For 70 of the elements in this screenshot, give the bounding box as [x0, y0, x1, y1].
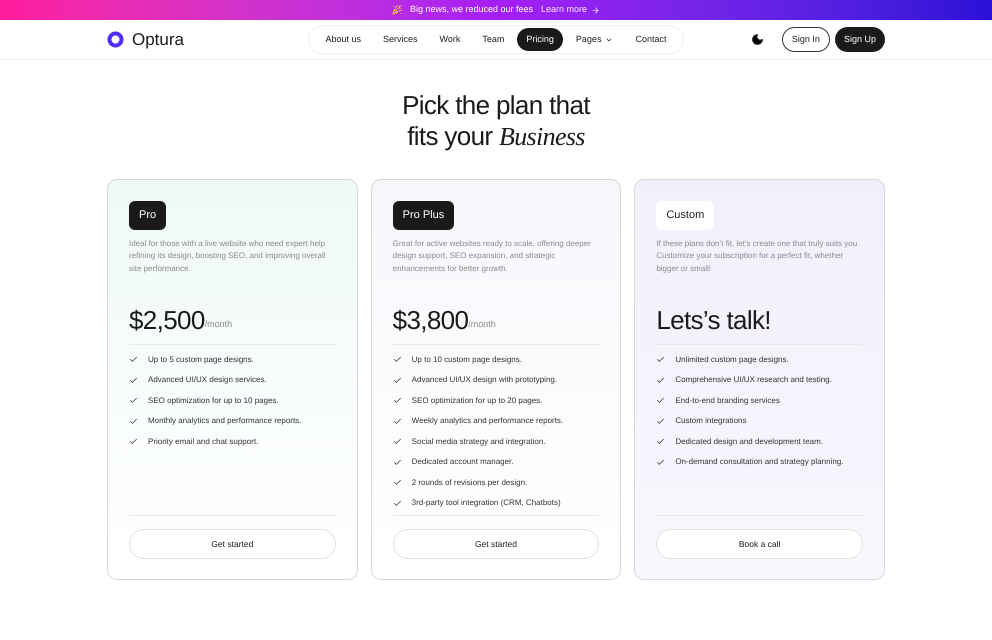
feature-text: Unlimited custom page designs. [675, 354, 789, 366]
feature-text: Custom integrations [675, 415, 746, 427]
plan-price: $2,500 [129, 306, 205, 334]
plan-description: If these plans don’t fit, let’s create one that truly suits you. Customize your subscription for a perfect fit, whether bigger or small! [656, 238, 860, 275]
nav-link[interactable]: Team [473, 28, 514, 52]
nav-link[interactable]: Pricing [517, 28, 563, 52]
feature-text: 2 rounds of revisions per design. [412, 476, 528, 488]
check-icon [392, 498, 402, 508]
check-icon [129, 437, 138, 446]
check-icon [656, 355, 666, 364]
logo-text: Optura [132, 28, 184, 51]
check-icon [392, 396, 402, 405]
feature-text: Monthly analytics and performance reports. [148, 415, 302, 427]
nav-link[interactable]: Contact [626, 28, 676, 52]
price-period: /month [204, 318, 232, 331]
plan-price: $3,800 [392, 306, 468, 334]
feature-text: Up to 10 custom page designs. [412, 354, 522, 366]
check-icon [656, 376, 666, 384]
check-icon [129, 355, 138, 364]
nav-link[interactable]: Services [374, 28, 427, 52]
check-icon [392, 478, 402, 487]
arrow-right-icon [591, 6, 600, 14]
feature-text: End-to-end branding services [675, 394, 780, 406]
price-period: /month [468, 318, 496, 331]
learn-more-link[interactable]: Learn more [541, 3, 600, 17]
plan-description: Great for active websites ready to scale, offering deeper design support, SEO expansion, and strategic enhancements for better growth. [392, 238, 592, 275]
heading-line: fits your Business [407, 121, 585, 152]
sign-up-button[interactable]: Sign Up [834, 26, 885, 52]
feature-text: Advanced UI/UX design services. [148, 374, 267, 386]
check-icon [656, 458, 666, 466]
feature-text: Priority email and chat support. [148, 436, 258, 448]
feature-text: Dedicated account manager. [412, 456, 514, 468]
moon-icon [751, 33, 764, 46]
ring-logo-icon [107, 31, 124, 48]
feature-text: On-demand consultation and strategy planning. [675, 456, 844, 468]
feature-text: SEO optimization for up to 10 pages. [148, 394, 279, 406]
feature-text: Dedicated design and development team. [675, 436, 823, 448]
check-icon [129, 416, 138, 426]
plan-button[interactable]: Get started [392, 529, 600, 559]
feature-text: Comprehensive UI/UX research and testing. [675, 374, 832, 386]
plan-button[interactable]: Book a call [656, 529, 863, 559]
check-icon [392, 355, 402, 364]
announcement-text: Big news, we reduced our fees [410, 3, 534, 16]
heading-line: Pick the plan that [402, 90, 590, 121]
plan-badge: Pro Plus [392, 201, 454, 230]
check-icon [392, 458, 402, 466]
party-popper-icon [392, 5, 402, 15]
feature-text: SEO optimization for up to 20 pages. [412, 394, 542, 406]
check-icon [392, 376, 402, 384]
check-icon [656, 396, 666, 405]
feature-text: Up to 5 custom page designs. [148, 354, 254, 366]
feature-text: Social media strategy and integration. [412, 436, 546, 448]
feature-text: 3rd-party tool integration (CRM, Chatbots) [412, 497, 561, 509]
check-icon [392, 437, 402, 446]
plan-price: Lets’s talk! [656, 306, 771, 334]
feature-text: Advanced UI/UX design with prototyping. [412, 374, 558, 386]
check-icon [129, 396, 138, 405]
nav-link[interactable]: Work [430, 28, 470, 52]
plan-description: Ideal for those with a live website who need expert help refining its design, boosting SEO, and improving overall site performance. [129, 238, 327, 275]
feature-text: Weekly analytics and performance reports. [412, 415, 564, 427]
check-icon [656, 416, 666, 426]
sign-in-button[interactable]: Sign In [782, 26, 830, 52]
plan-badge: Custom [656, 201, 714, 230]
nav-link[interactable]: Pages [566, 28, 622, 52]
check-icon [392, 416, 402, 426]
plan-button[interactable]: Get started [129, 529, 336, 559]
check-icon [656, 437, 666, 446]
check-icon [129, 376, 138, 384]
nav-link[interactable]: About us [316, 28, 370, 52]
plan-badge: Pro [129, 201, 166, 230]
